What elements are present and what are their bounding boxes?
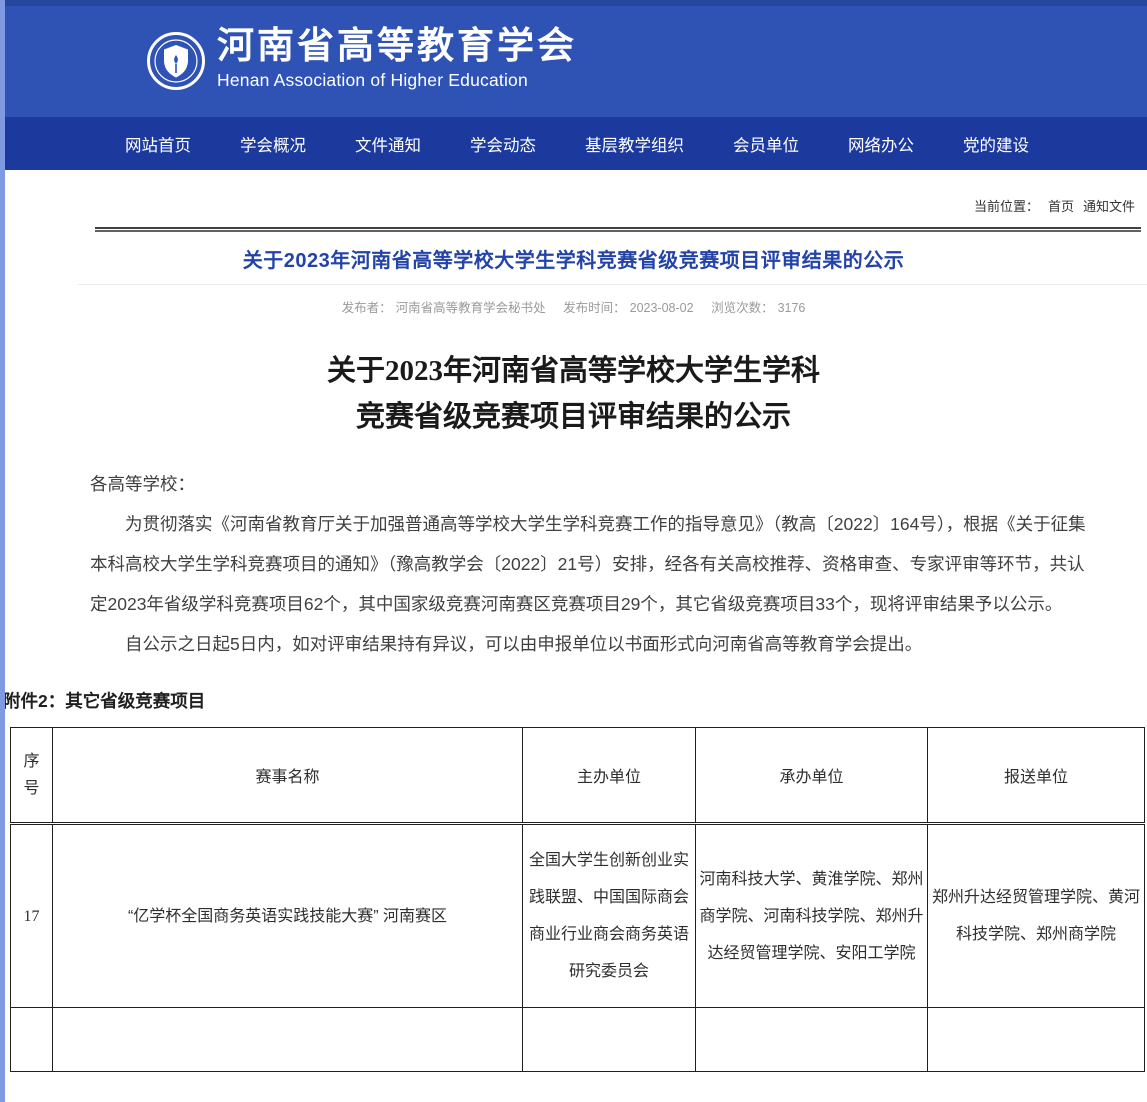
main-nav: 网站首页 学会概况 文件通知 学会动态 基层教学组织 会员单位 网络办公 党的建… — [0, 117, 1147, 170]
document-heading-line2: 竞赛省级竞赛项目评审结果的公示 — [0, 394, 1147, 440]
nav-item-teaching-orgs[interactable]: 基层教学组织 — [585, 132, 684, 156]
submitter-cell: 郑州升达经贸管理学院、黄河科技学院、郑州商学院 — [928, 824, 1145, 1008]
salutation: 各高等学校： — [90, 464, 1101, 504]
event-name-cell: “亿学杯全国商务英语实践技能大赛” 河南赛区 — [53, 824, 523, 1008]
table-header-row: 序号 赛事名称 主办单位 承办单位 报送单位 — [11, 728, 1145, 824]
page-left-accent-strip — [0, 0, 5, 1102]
table-row: 17 “亿学杯全国商务英语实践技能大赛” 河南赛区 全国大学生创新创业实践联盟、… — [11, 824, 1145, 1008]
brand-text: 河南省高等教育学会 Henan Association of Higher Ed… — [217, 24, 577, 91]
row-index-cell: 17 — [11, 824, 53, 1008]
breadcrumb-label: 当前位置： — [974, 199, 1039, 214]
nav-item-online-office[interactable]: 网络办公 — [848, 132, 914, 156]
breadcrumb-home-link[interactable]: 首页 — [1048, 199, 1074, 214]
nav-item-home[interactable]: 网站首页 — [125, 132, 191, 156]
article-title: 关于2023年河南省高等学校大学生学科竞赛省级竞赛项目评审结果的公示 — [0, 244, 1147, 273]
brand-name-cn: 河南省高等教育学会 — [217, 24, 577, 68]
nav-item-documents[interactable]: 文件通知 — [355, 132, 421, 156]
column-header-event-name: 赛事名称 — [53, 728, 523, 824]
publish-time-label: 发布时间： — [563, 301, 626, 315]
title-top-divider — [95, 227, 1141, 232]
article-meta: 发布者： 河南省高等教育学会秘书处 发布时间： 2023-08-02 浏览次数： 31… — [0, 297, 1147, 316]
document-heading: 关于2023年河南省高等学校大学生学科 竞赛省级竞赛项目评审结果的公示 — [0, 348, 1147, 440]
column-header-undertaker: 承办单位 — [696, 728, 928, 824]
title-bottom-divider — [78, 284, 1147, 285]
views-label: 浏览次数： — [711, 301, 774, 315]
site-header: 河南省高等教育学会 Henan Association of Higher Ed… — [0, 6, 1147, 117]
paragraph-1: 为贯彻落实《河南省教育厅关于加强普通高等学校大学生学科竞赛工作的指导意见》（教高… — [90, 504, 1101, 624]
column-header-submitter: 报送单位 — [928, 728, 1145, 824]
document-body: 各高等学校： 为贯彻落实《河南省教育厅关于加强普通高等学校大学生学科竞赛工作的指… — [90, 464, 1101, 664]
breadcrumb-section-link[interactable]: 通知文件 — [1083, 199, 1135, 214]
nav-item-members[interactable]: 会员单位 — [733, 132, 799, 156]
competition-results-table: 序号 赛事名称 主办单位 承办单位 报送单位 17 “亿学杯全国商务英语实践技能… — [10, 727, 1145, 1072]
organizer-cell: 全国大学生创新创业实践联盟、中国国际商会商业行业商会商务英语研究委员会 — [523, 824, 696, 1008]
views-value: 3176 — [778, 301, 806, 315]
column-header-organizer: 主办单位 — [523, 728, 696, 824]
column-header-index: 序号 — [11, 728, 53, 824]
document-heading-line1: 关于2023年河南省高等学校大学生学科 — [0, 348, 1147, 394]
brand-name-en: Henan Association of Higher Education — [217, 69, 577, 91]
attachment-label: 附件2：其它省级竞赛项目 — [3, 688, 1147, 713]
publish-time-value: 2023-08-02 — [630, 301, 694, 315]
nav-item-party-building[interactable]: 党的建设 — [963, 132, 1029, 156]
table-row-partial — [11, 1008, 1145, 1072]
breadcrumb: 当前位置： 首页通知文件 — [0, 170, 1147, 215]
publisher-value: 河南省高等教育学会秘书处 — [396, 301, 546, 315]
undertaker-cell: 河南科技大学、黄淮学院、郑州商学院、河南科技学院、郑州升达经贸管理学院、安阳工学… — [696, 824, 928, 1008]
publisher-label: 发布者： — [342, 301, 392, 315]
association-logo-icon[interactable] — [146, 31, 206, 91]
paragraph-2: 自公示之日起5日内，如对评审结果持有异议，可以由申报单位以书面形式向河南省高等教… — [90, 624, 1101, 664]
nav-item-about[interactable]: 学会概况 — [240, 132, 306, 156]
nav-item-news[interactable]: 学会动态 — [470, 132, 536, 156]
